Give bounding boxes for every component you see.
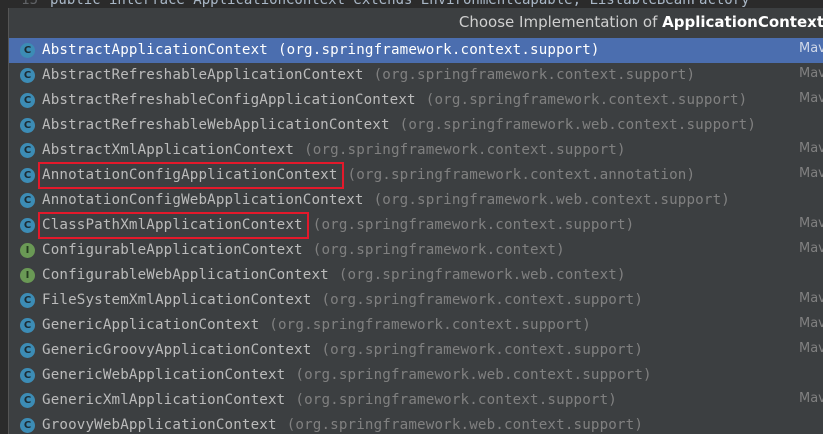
item-package: (org.springframework.context): [312, 242, 565, 258]
item-package: (org.springframework.web.context.support…: [286, 417, 644, 433]
class-icon: C: [20, 193, 35, 208]
item-source: Mave: [799, 291, 823, 306]
class-icon: C: [20, 218, 35, 233]
class-icon: C: [20, 168, 35, 183]
item-class-name: ConfigurableWebApplicationContext (org.sp…: [42, 263, 626, 288]
item-source: Mave: [799, 41, 823, 56]
interface-icon: I: [20, 268, 35, 283]
item-package: (org.springframework.web.context): [338, 267, 626, 283]
class-icon: C: [20, 343, 35, 358]
implementation-item[interactable]: I ConfigurableWebApplicationContext (org.s…: [9, 263, 823, 288]
implementation-item[interactable]: C AbstractApplicationContext (org.springfr…: [9, 38, 823, 63]
item-class-name: AbstractRefreshableWebApplicationContext…: [42, 113, 756, 138]
popup-title-prefix: Choose Implementation of: [458, 13, 663, 31]
class-name-text: ConfigurableApplicationContext: [42, 242, 303, 258]
implementation-list: C AbstractApplicationContext (org.springfr…: [9, 38, 823, 434]
item-source: Mave: [799, 141, 823, 156]
line-number: 15: [21, 0, 38, 8]
item-package: (org.springframework.web.context.support…: [399, 117, 757, 133]
item-class-name: AbstractRefreshableApplicationContext (or…: [42, 63, 695, 88]
class-icon: C: [20, 93, 35, 108]
class-name-text: GenericApplicationContext: [42, 317, 260, 333]
item-package: (org.springframework.web.context.support…: [373, 192, 730, 208]
class-name-text: AbstractXmlApplicationContext: [42, 142, 295, 158]
item-source: Mave: [799, 341, 823, 356]
implementation-item[interactable]: C ClassPathXmlApplicationContext (org.spri…: [9, 212, 823, 239]
class-name-text: GroovyWebApplicationContext: [42, 417, 277, 433]
item-class-name: AbstractXmlApplicationContext (org.spring…: [42, 138, 626, 163]
class-icon: C: [20, 293, 35, 308]
class-name-text: AbstractRefreshableApplicationContext: [42, 67, 364, 83]
highlight-box: [38, 212, 309, 239]
class-icon: C: [20, 418, 35, 433]
item-class-name: GenericWebApplicationContext (org.springf…: [42, 363, 652, 388]
item-class-name: GenericXmlApplicationContext (org.springf…: [42, 388, 617, 413]
item-source: Mave: [799, 91, 823, 106]
item-package: (org.springframework.context.support): [312, 217, 635, 233]
implementation-item[interactable]: C GenericXmlApplicationContext (org.spring…: [9, 388, 823, 413]
item-package: (org.springframework.context.support): [269, 317, 591, 333]
highlight-box: [38, 162, 344, 189]
class-icon: C: [20, 118, 35, 133]
code-text: public interface ApplicationContext exte…: [50, 0, 750, 8]
class-name-text: ConfigurableWebApplicationContext: [42, 267, 329, 283]
item-class-name: AbstractApplicationContext (org.springfra…: [42, 38, 600, 63]
implementation-item[interactable]: C FileSystemXmlApplicationContext (org.spr…: [9, 288, 823, 313]
item-package: (org.springframework.context.support): [295, 392, 617, 408]
item-source: Mave: [799, 241, 823, 256]
item-package: (org.springframework.context.support): [321, 342, 644, 358]
item-source: Mave: [799, 216, 823, 231]
class-name-text: AbstractRefreshableConfigApplicationCont…: [42, 92, 416, 108]
item-package: (org.springframework.context.support): [373, 67, 696, 83]
implementation-item[interactable]: C AbstractRefreshableWebApplicationContex…: [9, 113, 823, 138]
item-source: Mave: [799, 391, 823, 406]
class-icon: C: [20, 393, 35, 408]
implementation-item[interactable]: I ConfigurableApplicationContext (org.spri…: [9, 238, 823, 263]
item-source: Mave: [799, 316, 823, 331]
class-name-text: GenericGroovyApplicationContext: [42, 342, 312, 358]
class-name-text: GenericXmlApplicationContext: [42, 392, 286, 408]
implementation-item[interactable]: C GenericGroovyApplicationContext (org.spr…: [9, 338, 823, 363]
item-package: (org.springframework.context.support): [321, 292, 644, 308]
item-class-name: AnnotationConfigWebApplicationContext (or…: [42, 188, 730, 213]
item-class-name: GenericApplicationContext (org.springfram…: [42, 313, 591, 338]
item-package: (org.springframework.context.support): [425, 92, 748, 108]
implementation-item[interactable]: C AbstractXmlApplicationContext (org.sprin…: [9, 138, 823, 163]
class-name-text: AbstractApplicationContext: [42, 42, 268, 58]
implementation-item[interactable]: C AbstractRefreshableConfigApplicationCon…: [9, 88, 823, 113]
class-icon: C: [20, 368, 35, 383]
item-class-name: GenericGroovyApplicationContext (org.spri…: [42, 338, 643, 363]
item-class-name: AbstractRefreshableConfigApplicationCont…: [42, 88, 747, 113]
choose-implementation-popup: Choose Implementation of ApplicationCont…: [8, 8, 823, 434]
class-icon: C: [20, 43, 35, 58]
popup-title: Choose Implementation of ApplicationCont…: [459, 11, 823, 33]
interface-icon: I: [20, 243, 35, 258]
class-name-text: AnnotationConfigWebApplicationContext: [42, 192, 364, 208]
popup-title-interface: ApplicationContext: [662, 13, 823, 31]
item-package: (org.springframework.web.context.support…: [295, 367, 652, 383]
class-name-text: FileSystemXmlApplicationContext: [42, 292, 312, 308]
class-icon: C: [20, 318, 35, 333]
item-class-name: ConfigurableApplicationContext (org.sprin…: [42, 238, 565, 263]
item-source: Mave: [799, 66, 823, 81]
item-class-name: FileSystemXmlApplicationContext (org.spri…: [42, 288, 643, 313]
item-source: Mave: [799, 166, 823, 181]
code-line: 15 public interface ApplicationContext ex…: [0, 0, 750, 8]
class-icon: C: [20, 68, 35, 83]
class-icon: C: [20, 143, 35, 158]
implementation-item[interactable]: C AnnotationConfigApplicationContext (org.…: [9, 162, 823, 189]
class-name-text: GenericWebApplicationContext: [42, 367, 286, 383]
class-name-text: AbstractRefreshableWebApplicationContext: [42, 117, 390, 133]
implementation-item[interactable]: C GroovyWebApplicationContext (org.springf…: [9, 413, 823, 434]
item-class-name: GroovyWebApplicationContext (org.springfr…: [42, 413, 643, 434]
implementation-item[interactable]: C GenericWebApplicationContext (org.spring…: [9, 363, 823, 388]
implementation-item[interactable]: C GenericApplicationContext (org.springfra…: [9, 313, 823, 338]
implementation-item[interactable]: C AbstractRefreshableApplicationContext (o…: [9, 63, 823, 88]
implementation-item[interactable]: C AnnotationConfigWebApplicationContext (o…: [9, 188, 823, 213]
item-package: (org.springframework.context.support): [304, 142, 626, 158]
editor-background: 15 public interface ApplicationContext ex…: [0, 0, 823, 8]
item-package: (org.springframework.context.annotation): [347, 167, 696, 183]
item-package: (org.springframework.context.support): [277, 42, 600, 58]
